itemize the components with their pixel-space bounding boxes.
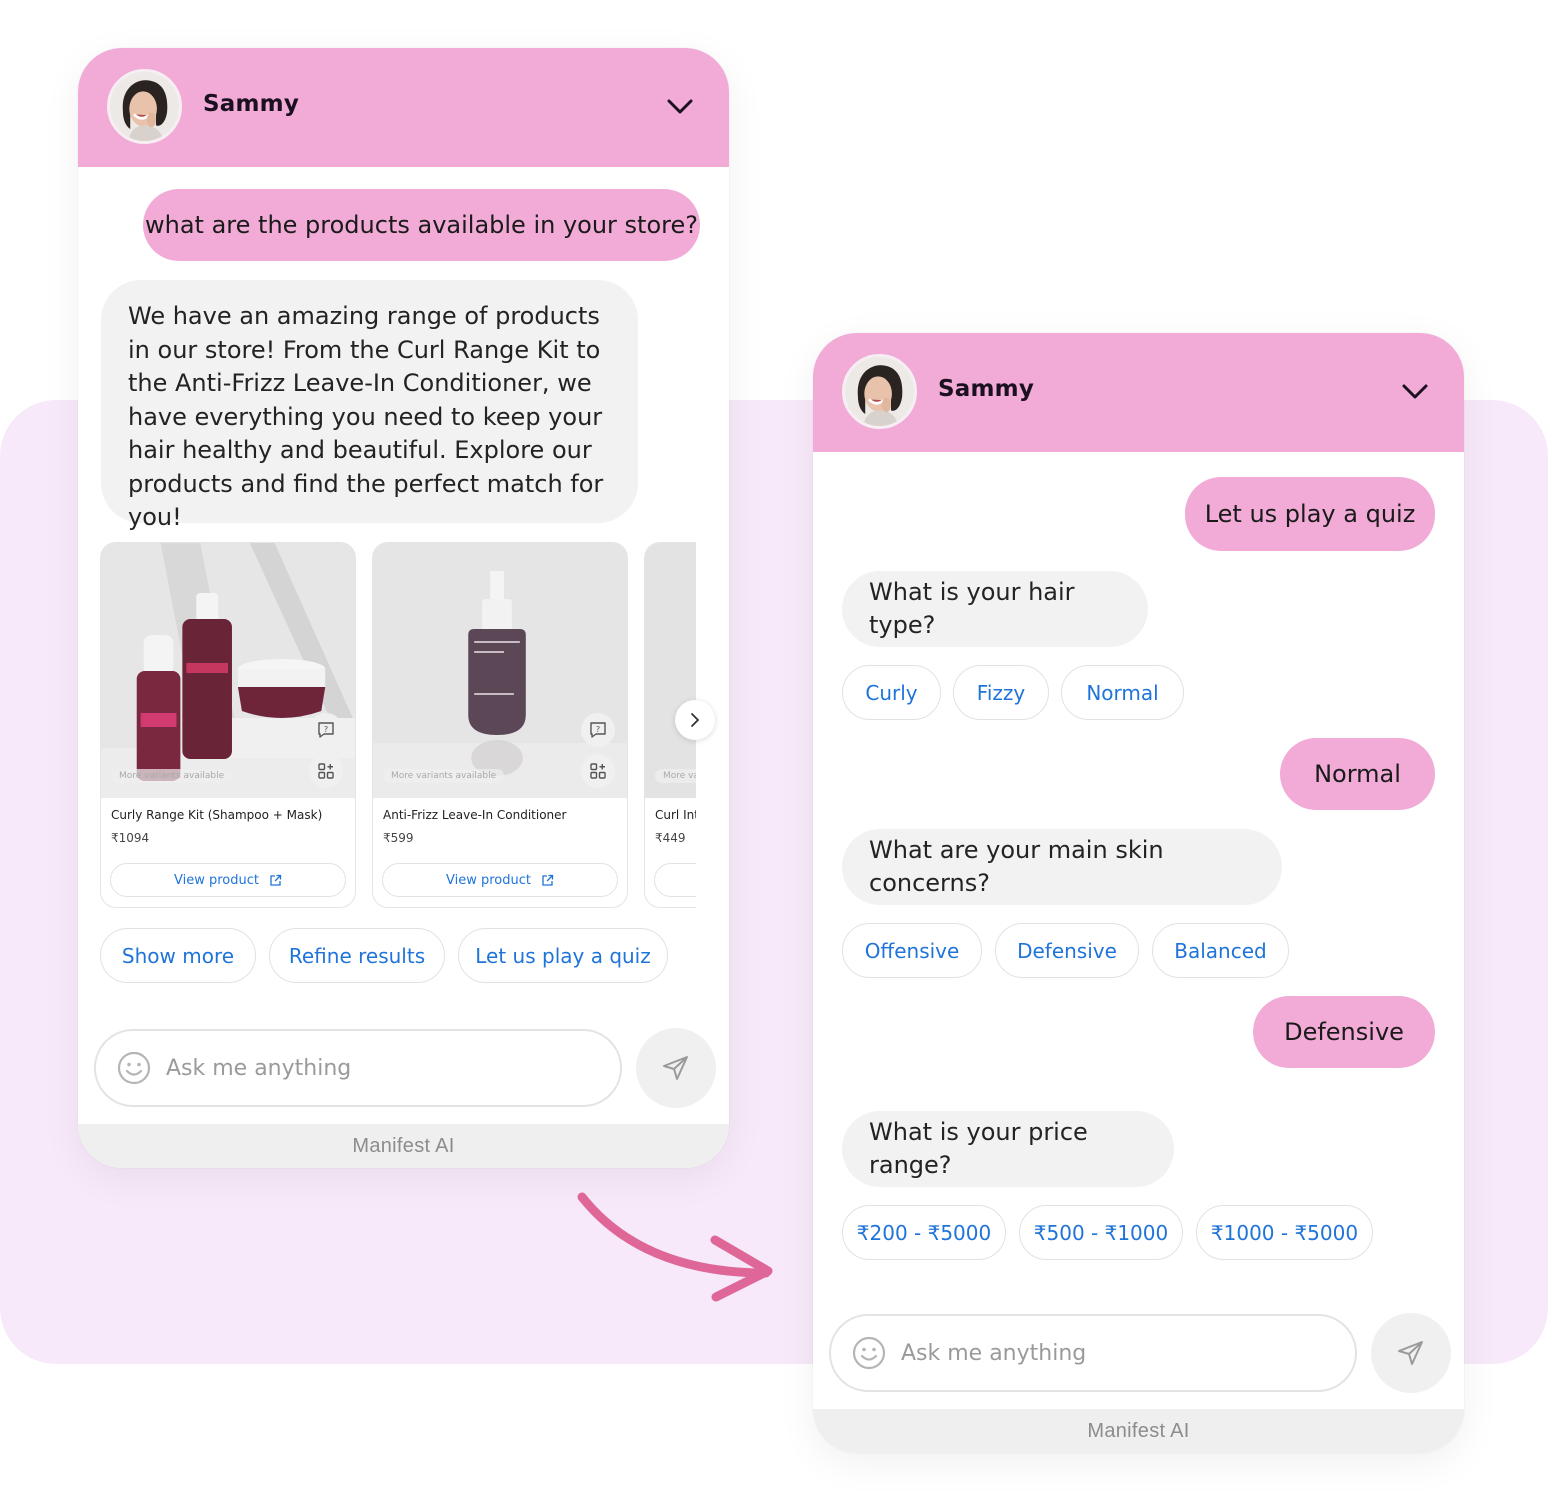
send-icon bbox=[1398, 1341, 1423, 1365]
quick-reply-play-quiz[interactable]: Let us play a quiz bbox=[458, 928, 668, 983]
send-button[interactable] bbox=[636, 1028, 716, 1108]
grid-plus-icon bbox=[590, 763, 606, 779]
product-carousel: More variants available ? Curly Range Ki… bbox=[100, 542, 696, 910]
chevron-down-icon[interactable] bbox=[1400, 377, 1430, 407]
option-balanced[interactable]: Balanced bbox=[1152, 923, 1289, 978]
view-product-button[interactable]: View product bbox=[110, 863, 346, 897]
user-message: Defensive bbox=[1253, 996, 1435, 1068]
chevron-down-icon[interactable] bbox=[665, 92, 695, 122]
powered-by-footer: Manifest AI bbox=[813, 1409, 1464, 1453]
product-card: More variants available ? Anti-Frizz Lea… bbox=[372, 542, 628, 908]
bot-question: What is your hair type? bbox=[842, 571, 1148, 647]
chat-header: Sammy bbox=[813, 333, 1464, 452]
emoji-icon[interactable] bbox=[117, 1051, 151, 1085]
option-defensive[interactable]: Defensive bbox=[995, 923, 1139, 978]
variants-badge: More variants available bbox=[111, 769, 233, 783]
ask-question-button[interactable]: ? bbox=[581, 713, 615, 747]
user-message: what are the products available in your … bbox=[143, 189, 700, 261]
send-button[interactable] bbox=[1371, 1313, 1451, 1393]
agent-name: Sammy bbox=[938, 376, 1035, 402]
option-price-200-5000[interactable]: ₹200 - ₹5000 bbox=[842, 1205, 1006, 1260]
chat-header: Sammy bbox=[78, 48, 729, 167]
view-product-label: View product bbox=[446, 872, 531, 888]
ask-question-button[interactable]: ? bbox=[309, 713, 343, 747]
svg-text:?: ? bbox=[324, 725, 328, 734]
emoji-icon[interactable] bbox=[852, 1336, 886, 1370]
agent-avatar bbox=[107, 69, 182, 144]
option-offensive[interactable]: Offensive bbox=[842, 923, 982, 978]
agent-name: Sammy bbox=[203, 91, 300, 117]
variants-button[interactable] bbox=[309, 754, 343, 788]
question-chat-icon: ? bbox=[590, 722, 606, 738]
powered-by-footer: Manifest AI bbox=[78, 1124, 729, 1168]
chat-widget-products: Sammy what are the products available in… bbox=[78, 48, 729, 1168]
product-title: Curly Range Kit (Shampoo + Mask) bbox=[111, 808, 323, 822]
bot-question: What are your main skin concerns? bbox=[842, 829, 1282, 905]
question-chat-icon: ? bbox=[318, 722, 334, 738]
svg-text:?: ? bbox=[596, 725, 600, 734]
message-input[interactable] bbox=[901, 1334, 1321, 1372]
view-product-label: View product bbox=[174, 872, 259, 888]
product-title: Curl Int bbox=[655, 808, 696, 822]
flow-arrow-icon bbox=[577, 1192, 773, 1302]
option-price-500-1000[interactable]: ₹500 - ₹1000 bbox=[1019, 1205, 1183, 1260]
message-input[interactable] bbox=[166, 1049, 586, 1087]
product-price: ₹1094 bbox=[111, 831, 150, 845]
user-message: Normal bbox=[1280, 738, 1435, 810]
bot-question: What is your price range? bbox=[842, 1111, 1174, 1187]
variants-badge: More var bbox=[655, 769, 696, 783]
external-link-icon bbox=[270, 874, 282, 886]
option-normal[interactable]: Normal bbox=[1061, 665, 1184, 720]
grid-plus-icon bbox=[318, 763, 334, 779]
message-composer bbox=[94, 1029, 622, 1107]
option-fizzy[interactable]: Fizzy bbox=[953, 665, 1049, 720]
carousel-next-button[interactable] bbox=[675, 700, 715, 740]
user-message: Let us play a quiz bbox=[1185, 477, 1435, 551]
message-composer bbox=[829, 1314, 1357, 1392]
agent-avatar bbox=[842, 354, 917, 429]
product-card: More variants available ? Curly Range Ki… bbox=[100, 542, 356, 908]
option-price-1000-5000[interactable]: ₹1000 - ₹5000 bbox=[1196, 1205, 1373, 1260]
variants-button[interactable] bbox=[581, 754, 615, 788]
chat-widget-quiz: Sammy Let us play a quiz What is your ha… bbox=[813, 333, 1464, 1453]
quick-reply-show-more[interactable]: Show more bbox=[100, 928, 256, 983]
product-title: Anti-Frizz Leave-In Conditioner bbox=[383, 808, 567, 822]
bot-message: We have an amazing range of products in … bbox=[101, 280, 638, 531]
product-price: ₹449 bbox=[655, 831, 686, 845]
view-product-button[interactable] bbox=[654, 863, 696, 897]
product-price: ₹599 bbox=[383, 831, 414, 845]
product-image bbox=[645, 543, 696, 798]
quick-reply-refine-results[interactable]: Refine results bbox=[269, 928, 445, 983]
chevron-right-icon bbox=[691, 713, 700, 727]
option-curly[interactable]: Curly bbox=[842, 665, 941, 720]
send-icon bbox=[663, 1056, 688, 1080]
external-link-icon bbox=[542, 874, 554, 886]
variants-badge: More variants available bbox=[383, 769, 505, 783]
view-product-button[interactable]: View product bbox=[382, 863, 618, 897]
